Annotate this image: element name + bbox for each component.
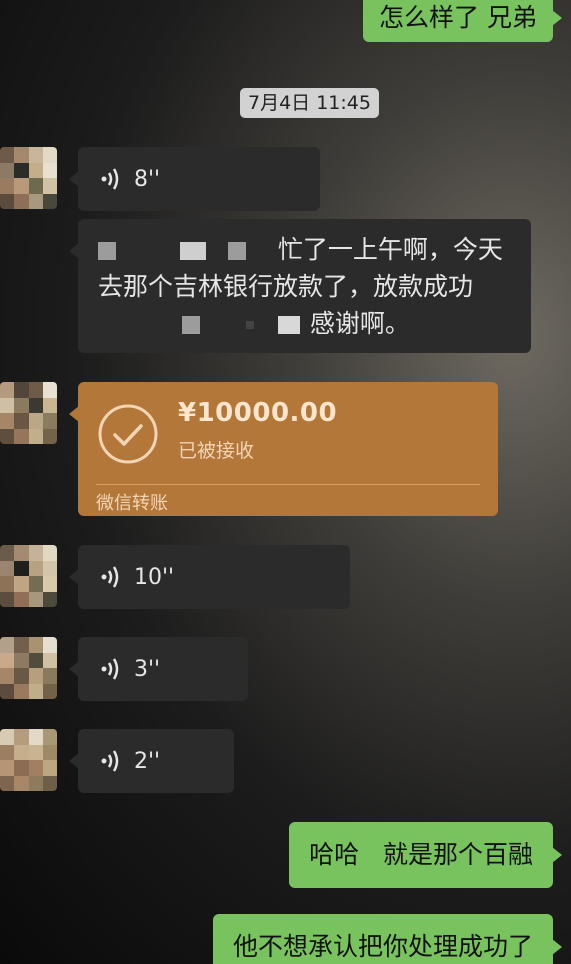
redacted-block bbox=[277, 316, 300, 334]
contact-avatar[interactable] bbox=[0, 729, 57, 791]
contact-avatar[interactable] bbox=[0, 147, 57, 209]
voice-message[interactable]: 10'' bbox=[69, 545, 350, 609]
transfer-amount: ¥10000.00 bbox=[178, 398, 338, 428]
transfer-label: 微信转账 bbox=[96, 493, 168, 514]
redacted-block bbox=[98, 242, 116, 260]
timestamp: 7月4日 11:45 bbox=[240, 88, 379, 118]
voice-duration: 8'' bbox=[134, 166, 161, 192]
outgoing-message[interactable]: 哈哈 就是那个百融 bbox=[289, 822, 562, 888]
outgoing-message[interactable]: 他不想承认把你处理成功了 bbox=[212, 914, 563, 964]
redacted-block bbox=[179, 242, 206, 260]
contact-avatar[interactable] bbox=[0, 382, 57, 444]
message-text: 怎么样了 兄弟 bbox=[379, 3, 537, 32]
redacted-block bbox=[182, 316, 200, 334]
contact-avatar[interactable] bbox=[0, 545, 57, 607]
contact-avatar[interactable] bbox=[0, 637, 57, 699]
text-message[interactable]: 忙了一上午啊，今天 去那个吉林银行放款了，放款成功 感谢啊。 bbox=[69, 219, 531, 353]
message-text: 感谢啊。 bbox=[309, 309, 410, 338]
voice-message[interactable]: 8'' bbox=[69, 147, 320, 211]
transfer-card[interactable]: ¥10000.00 已被接收 微信转账 bbox=[69, 382, 498, 516]
divider bbox=[96, 484, 480, 485]
voice-duration: 2'' bbox=[134, 748, 161, 774]
voice-icon bbox=[101, 566, 119, 588]
voice-icon bbox=[101, 168, 119, 190]
redacted-block bbox=[245, 321, 254, 329]
voice-message[interactable]: 2'' bbox=[69, 729, 234, 793]
text-line: 感谢啊。 bbox=[98, 305, 511, 342]
voice-duration: 10'' bbox=[134, 564, 175, 590]
message-text: 哈哈 就是那个百融 bbox=[309, 840, 533, 869]
message-text: 忙了一上午啊，今天 bbox=[277, 235, 503, 264]
chat-area[interactable]: 怎么样了 兄弟 7月4日 11:45 8'' 忙了一上午啊，今天 去那个吉林银行… bbox=[0, 0, 571, 964]
voice-duration: 3'' bbox=[134, 656, 161, 682]
voice-icon bbox=[101, 750, 119, 772]
message-text: 他不想承认把你处理成功了 bbox=[232, 932, 533, 961]
check-circle-icon bbox=[98, 404, 158, 464]
outgoing-message[interactable]: 怎么样了 兄弟 bbox=[363, 0, 562, 42]
redacted-block bbox=[227, 242, 246, 260]
text-line: 忙了一上午啊，今天 bbox=[98, 231, 511, 268]
voice-message[interactable]: 3'' bbox=[69, 637, 248, 701]
voice-icon bbox=[101, 658, 119, 680]
text-line: 去那个吉林银行放款了，放款成功 bbox=[98, 272, 474, 301]
transfer-status: 已被接收 bbox=[178, 440, 255, 462]
